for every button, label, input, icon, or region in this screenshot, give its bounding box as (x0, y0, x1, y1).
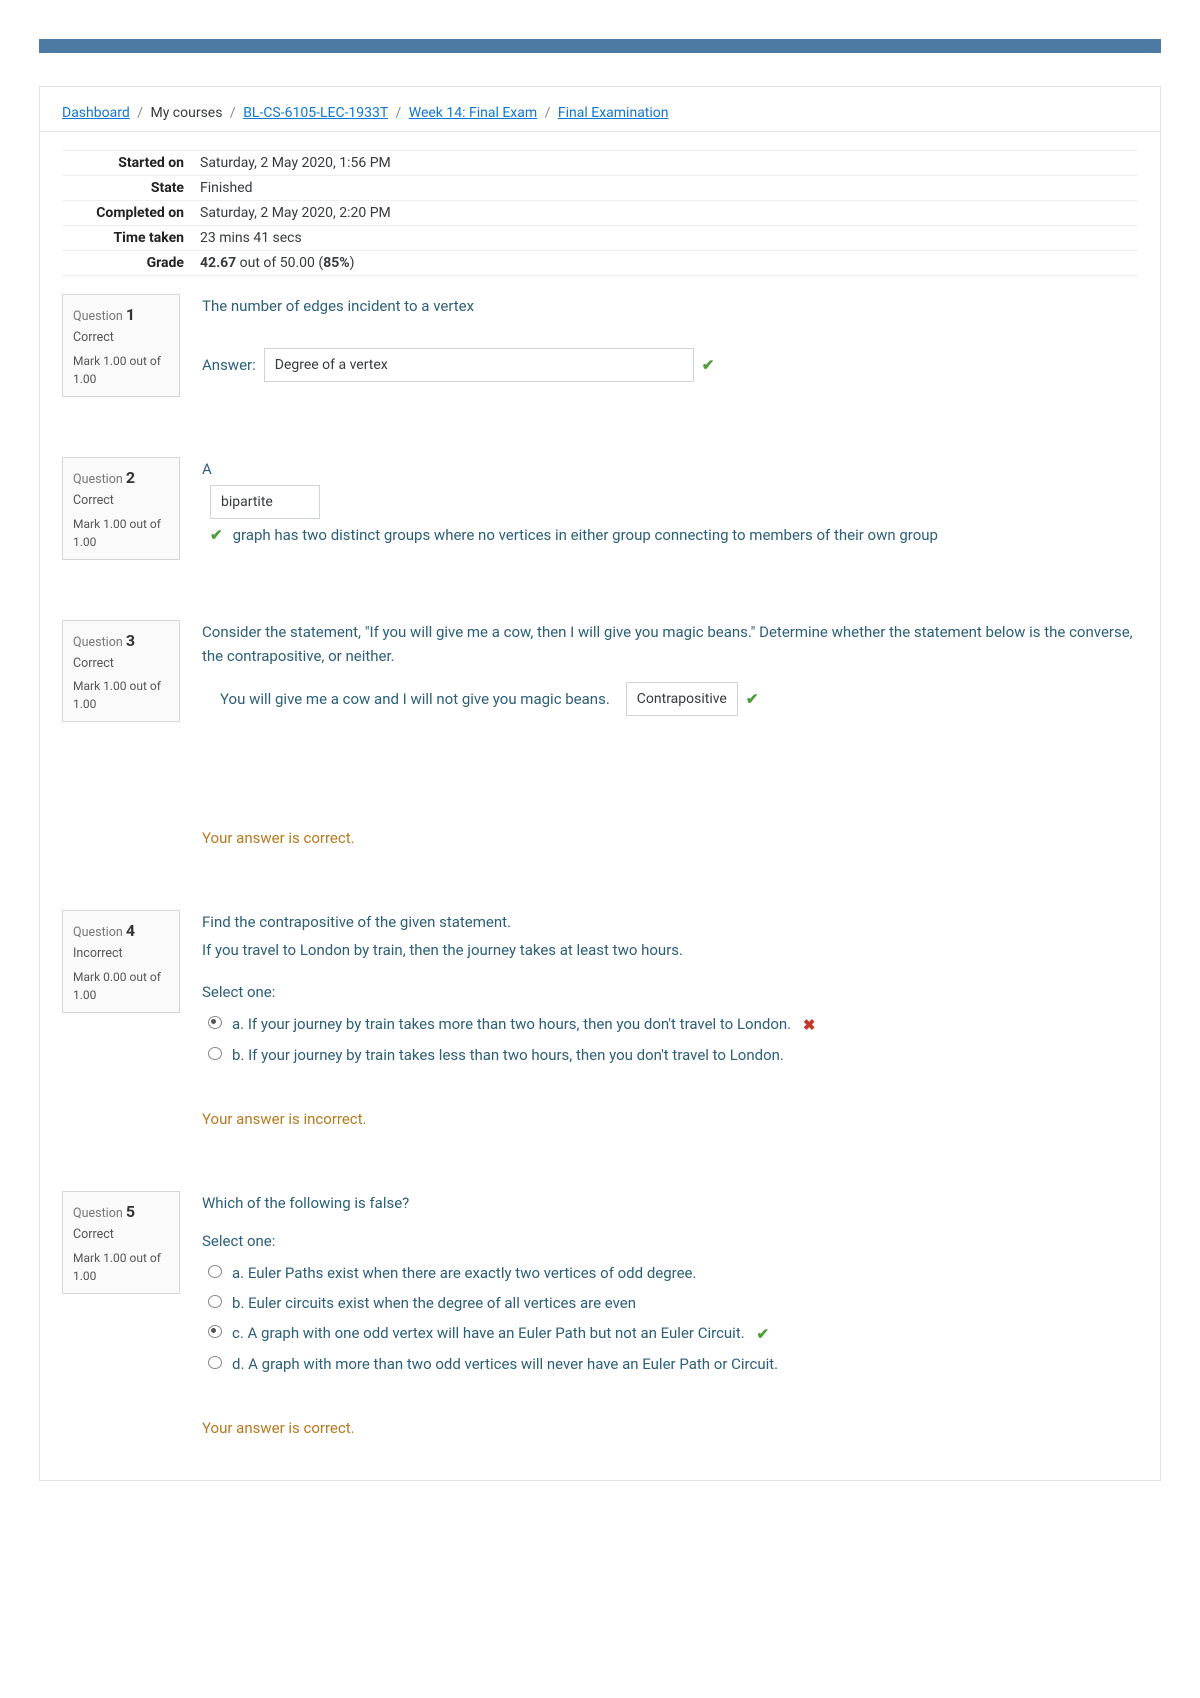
match-item: You will give me a cow and I will not gi… (220, 687, 610, 711)
question-mark: Mark 1.00 out of 1.00 (73, 515, 169, 551)
breadcrumb-sep: / (541, 105, 555, 121)
time-label: Time taken (62, 226, 192, 251)
question-3: Question 3 Correct Mark 1.00 out of 1.00… (62, 620, 1138, 850)
started-label: Started on (62, 151, 192, 176)
breadcrumb-week[interactable]: Week 14: Final Exam (409, 105, 537, 121)
breadcrumb-mycourses: My courses (150, 105, 222, 121)
question-text-2: If you travel to London by train, then t… (202, 938, 1138, 962)
question-mark: Mark 1.00 out of 1.00 (73, 352, 169, 388)
question-text-1: Find the contrapositive of the given sta… (202, 910, 1138, 934)
question-mark: Mark 0.00 out of 1.00 (73, 968, 169, 1004)
cloze-input[interactable]: bipartite (210, 485, 320, 519)
breadcrumb-sep: / (391, 105, 405, 121)
grade-label: Grade (62, 251, 192, 276)
option-b-text: b. Euler circuits exist when the degree … (232, 1291, 636, 1315)
radio-option-c[interactable] (208, 1325, 222, 1338)
check-icon: ✔ (210, 523, 223, 547)
select-label: Select one: (202, 1229, 1138, 1253)
question-state: Correct (73, 655, 169, 674)
main-panel: Dashboard / My courses / BL-CS-6105-LEC-… (39, 86, 1161, 1481)
question-state: Correct (73, 492, 169, 511)
question-state: Incorrect (73, 945, 169, 964)
question-state: Correct (73, 329, 169, 348)
completed-label: Completed on (62, 201, 192, 226)
select-label: Select one: (202, 980, 1138, 1004)
feedback: Your answer is correct. (202, 826, 1138, 850)
radio-option-d[interactable] (208, 1356, 222, 1369)
option-b-text: b. If your journey by train takes less t… (232, 1043, 784, 1067)
breadcrumb-exam[interactable]: Final Examination (558, 105, 669, 121)
answer-label: Answer: (202, 353, 256, 377)
question-5: Question 5 Correct Mark 1.00 out of 1.00… (62, 1191, 1138, 1440)
time-value: 23 mins 41 secs (192, 226, 1138, 251)
state-label: State (62, 176, 192, 201)
state-value: Finished (192, 176, 1138, 201)
completed-value: Saturday, 2 May 2020, 2:20 PM (192, 201, 1138, 226)
breadcrumb-sep: / (226, 105, 240, 121)
breadcrumb-dashboard[interactable]: Dashboard (62, 105, 130, 121)
option-a-text: a. Euler Paths exist when there are exac… (232, 1261, 696, 1285)
breadcrumb-course[interactable]: BL-CS-6105-LEC-1933T (243, 105, 388, 121)
question-4: Question 4 Incorrect Mark 0.00 out of 1.… (62, 910, 1138, 1131)
radio-option-a[interactable] (208, 1016, 222, 1029)
summary-table: Started on Saturday, 2 May 2020, 1:56 PM… (62, 150, 1138, 276)
question-info: Question 2 Correct Mark 1.00 out of 1.00 (62, 457, 180, 560)
breadcrumb: Dashboard / My courses / BL-CS-6105-LEC-… (40, 87, 1160, 132)
option-a-text: a. If your journey by train takes more t… (232, 1012, 815, 1037)
question-text: Which of the following is false? (202, 1191, 1138, 1215)
question-2: Question 2 Correct Mark 1.00 out of 1.00… (62, 457, 1138, 560)
question-mark: Mark 1.00 out of 1.00 (73, 677, 169, 713)
radio-option-b[interactable] (208, 1295, 222, 1308)
breadcrumb-sep: / (133, 105, 147, 121)
cloze-pre: A (202, 457, 1138, 481)
question-state: Correct (73, 1226, 169, 1245)
started-value: Saturday, 2 May 2020, 1:56 PM (192, 151, 1138, 176)
question-info: Question 3 Correct Mark 1.00 out of 1.00 (62, 620, 180, 723)
feedback: Your answer is correct. (202, 1416, 1138, 1440)
match-select[interactable]: Contrapositive (626, 682, 738, 716)
feedback: Your answer is incorrect. (202, 1107, 1138, 1131)
radio-option-a[interactable] (208, 1265, 222, 1278)
question-text: The number of edges incident to a vertex (202, 294, 1138, 318)
option-c-text: c. A graph with one odd vertex will have… (232, 1321, 769, 1346)
question-mark: Mark 1.00 out of 1.00 (73, 1249, 169, 1285)
grade-value: 42.67 out of 50.00 (85%) (192, 251, 1138, 276)
top-accent-bar (39, 39, 1161, 53)
cloze-post: graph has two distinct groups where no v… (233, 523, 938, 547)
check-icon: ✔ (702, 353, 715, 377)
check-icon: ✔ (756, 1322, 769, 1346)
question-1: Question 1 Correct Mark 1.00 out of 1.00… (62, 294, 1138, 397)
radio-option-b[interactable] (208, 1047, 222, 1060)
question-info: Question 1 Correct Mark 1.00 out of 1.00 (62, 294, 180, 397)
cross-icon: ✖ (803, 1013, 816, 1037)
check-icon: ✔ (746, 687, 759, 711)
answer-input[interactable]: Degree of a vertex (264, 348, 694, 382)
option-d-text: d. A graph with more than two odd vertic… (232, 1352, 778, 1376)
question-info: Question 5 Correct Mark 1.00 out of 1.00 (62, 1191, 180, 1294)
question-text: Consider the statement, "If you will giv… (202, 620, 1138, 668)
question-info: Question 4 Incorrect Mark 0.00 out of 1.… (62, 910, 180, 1013)
